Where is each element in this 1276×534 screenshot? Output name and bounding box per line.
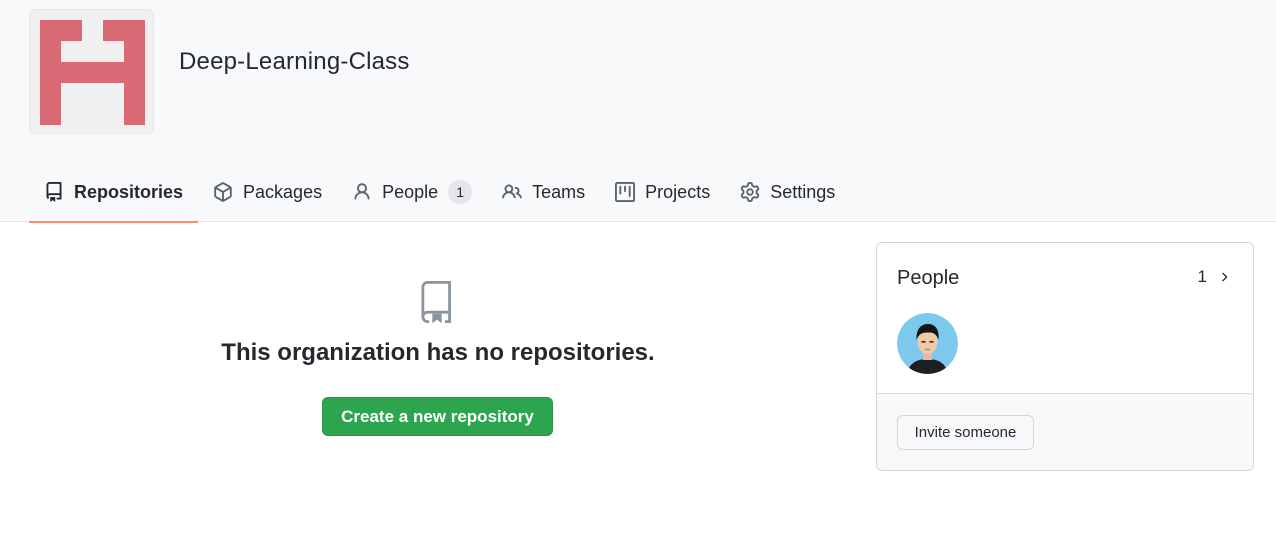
chevron-right-icon [1217, 270, 1231, 284]
repo-icon [44, 182, 64, 202]
tab-teams[interactable]: Teams [487, 162, 600, 222]
people-count: 1 [1197, 267, 1207, 286]
tab-label: Settings [770, 181, 836, 202]
tab-packages[interactable]: Packages [198, 162, 337, 222]
people-icon [502, 182, 522, 202]
tab-repositories[interactable]: Repositories [29, 162, 199, 223]
identicon-image [30, 10, 153, 133]
org-nav-tabs: Repositories Packages People 1 Teams Pro… [29, 162, 850, 223]
create-repository-button[interactable]: Create a new repository [322, 397, 553, 436]
people-box-footer: Invite someone [877, 393, 1253, 470]
people-sidebar-box: People 1 Invite someone [876, 242, 1254, 471]
people-counter-badge: 1 [448, 180, 473, 204]
org-avatar[interactable] [29, 9, 154, 134]
member-avatar-image [897, 313, 958, 374]
tab-label: Teams [532, 181, 586, 202]
tab-label: Repositories [74, 181, 184, 202]
member-avatar[interactable] [897, 313, 958, 374]
blankslate-title: This organization has no repositories. [221, 339, 655, 366]
repositories-blankslate: This organization has no repositories. C… [29, 222, 847, 534]
org-name: Deep-Learning-Class [179, 48, 410, 75]
package-icon [213, 182, 233, 202]
tab-settings[interactable]: Settings [725, 162, 850, 222]
tab-label: People [382, 181, 439, 202]
person-icon [352, 182, 372, 202]
project-icon [615, 182, 636, 202]
tab-label: Packages [243, 181, 323, 202]
people-box-title: People [897, 267, 960, 289]
tab-label: Projects [645, 181, 711, 202]
people-count-link[interactable]: 1 [1198, 267, 1231, 287]
gear-icon [740, 182, 760, 202]
tab-people[interactable]: People 1 [337, 162, 487, 222]
org-header: Deep-Learning-Class Repositories Package… [0, 0, 1276, 223]
tab-projects[interactable]: Projects [600, 162, 725, 222]
repo-icon [418, 280, 456, 324]
invite-someone-button[interactable]: Invite someone [897, 415, 1034, 450]
